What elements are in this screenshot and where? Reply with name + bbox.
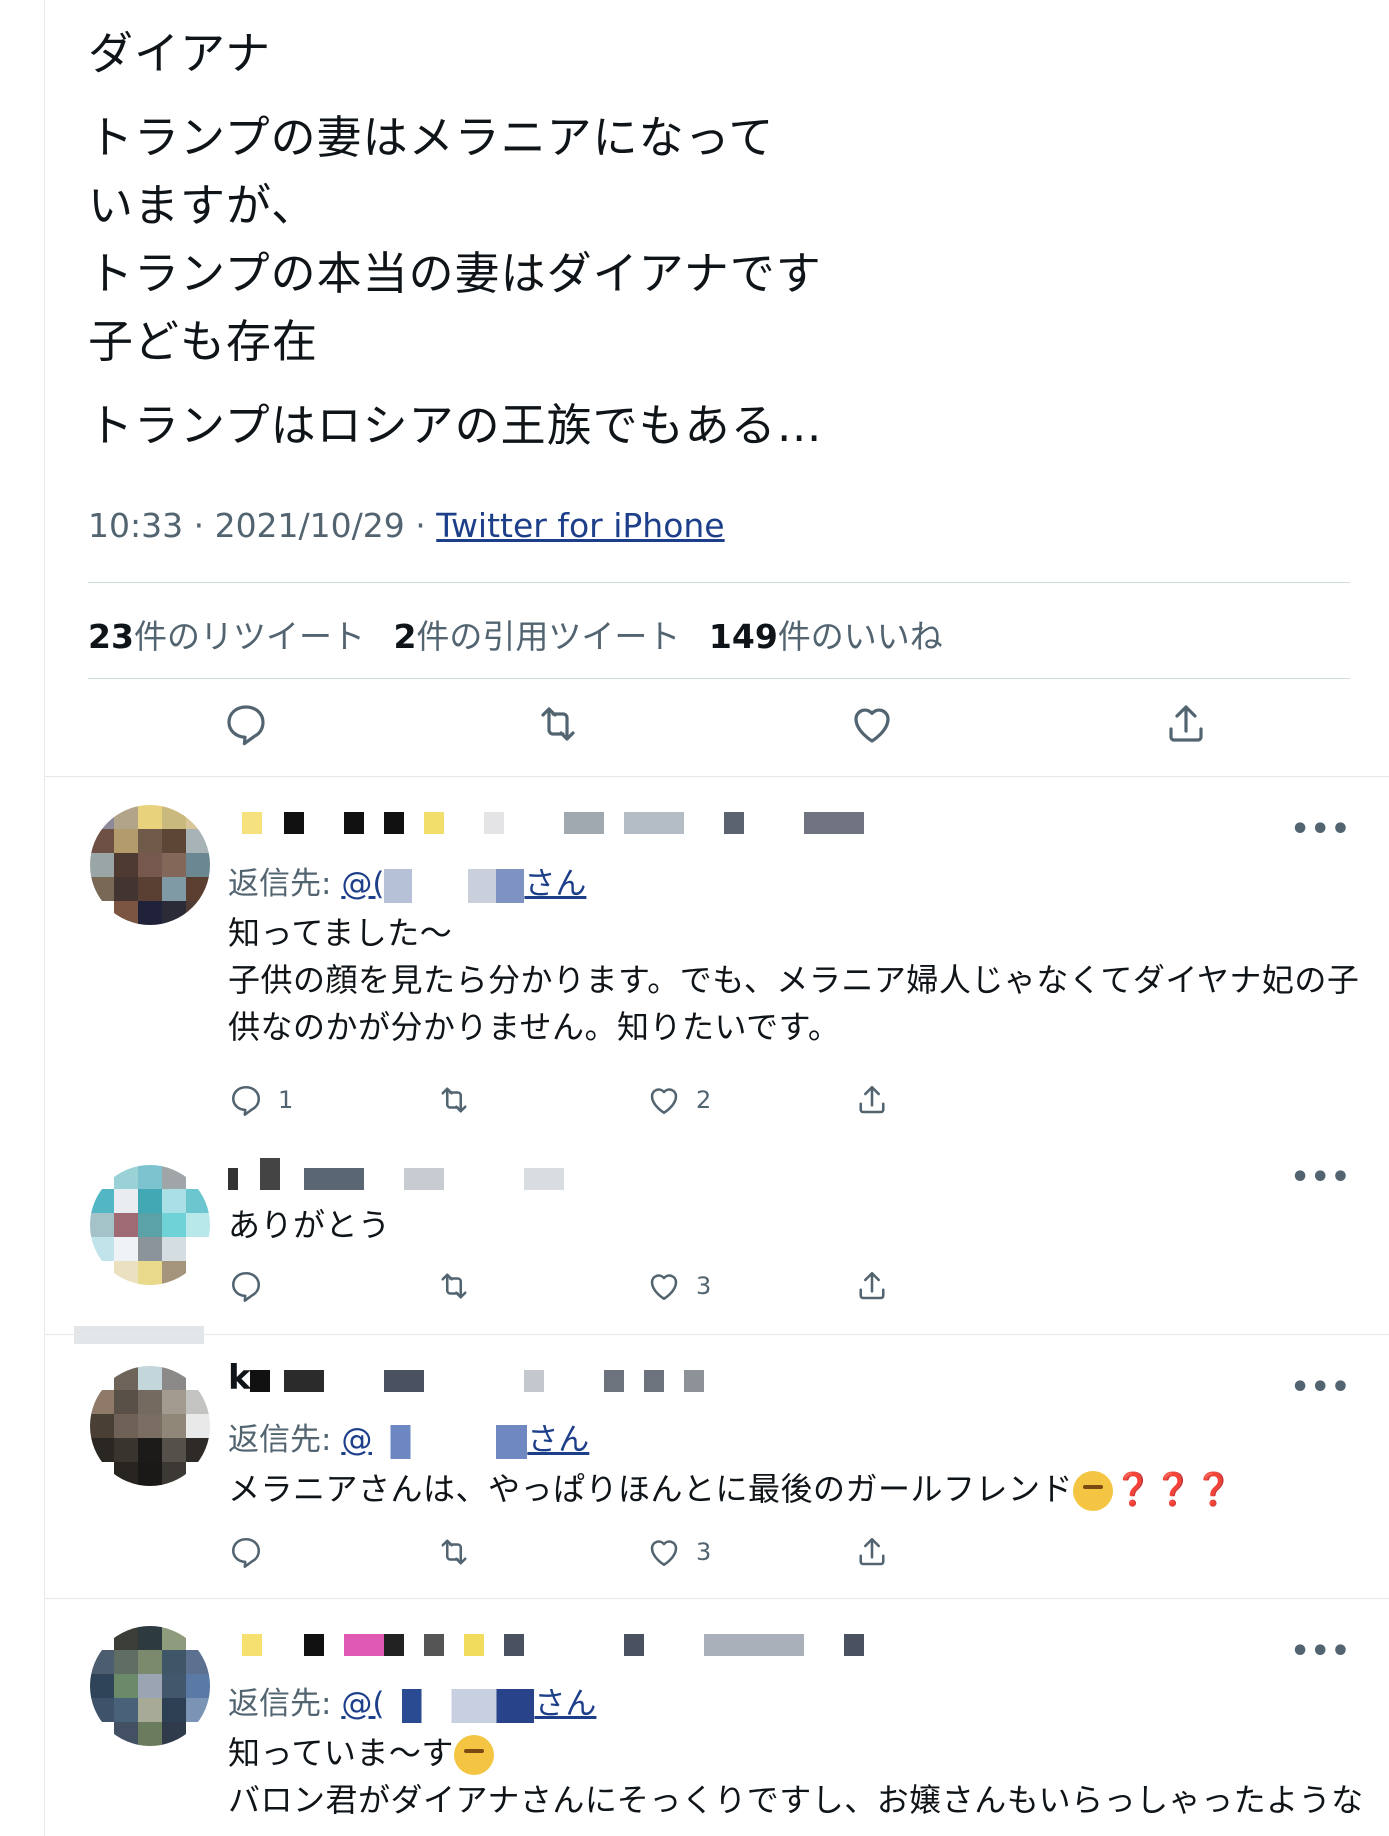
tweet-timestamp: 10:33 · 2021/10/29 · Twitter for iPhone xyxy=(88,506,725,545)
avatar[interactable] xyxy=(90,1366,210,1486)
retweet-icon[interactable] xyxy=(534,700,582,748)
reply-button[interactable] xyxy=(228,1268,278,1304)
tweet-source-link[interactable]: Twitter for iPhone xyxy=(436,506,724,545)
reply-tweet[interactable]: 返信先: @(さん 知っていま〜す バロン君がダイアナさんにそっくりですし、お嬢… xyxy=(0,1620,1389,1836)
retweet-icon xyxy=(441,1273,467,1299)
reply-text-line: 知ってました〜 xyxy=(228,914,453,952)
divider xyxy=(44,776,1389,777)
reply-icon[interactable] xyxy=(222,700,270,748)
share-button[interactable] xyxy=(854,1534,890,1570)
engagement-counts: 23件のリツイート 2件の引用ツイート 149件のいいね xyxy=(88,610,943,658)
retweet-button[interactable] xyxy=(436,1082,486,1118)
redacted-handle xyxy=(384,1688,535,1723)
share-icon[interactable] xyxy=(1162,700,1210,748)
reply-to-handle[interactable]: @ xyxy=(341,1422,372,1458)
like-button[interactable]: 3 xyxy=(646,1268,711,1304)
avatar[interactable] xyxy=(90,805,210,925)
reply-tweet[interactable]: 返信先: @(さん 知ってました〜 子供の顔を見たら分かります。でも、メラニア婦… xyxy=(0,800,1389,1130)
reply-icon xyxy=(231,1085,261,1116)
question-marks: ❓❓❓ xyxy=(1113,1470,1235,1508)
tweet-text-line: トランプの妻はメラニアになって xyxy=(88,111,775,164)
reply-icon xyxy=(231,1537,261,1568)
retweet-button[interactable] xyxy=(436,1268,486,1304)
reply-to-line: 返信先: @(さん xyxy=(228,1686,597,1723)
divider xyxy=(88,582,1350,583)
redacted-handle xyxy=(372,1424,528,1459)
heart-icon[interactable] xyxy=(848,700,896,748)
tweet-text-line: ダイアナ xyxy=(88,27,272,80)
reply-tweet[interactable]: k 返信先: @ さん メラニアさんは、やっぱりほんとに最後のガールフレンド ❓❓❓… xyxy=(0,1356,1389,1596)
more-icon[interactable]: ••• xyxy=(1290,1634,1351,1669)
reply-text-line: ありがとう xyxy=(228,1206,391,1244)
reply-to-line: 返信先: @(さん xyxy=(228,866,587,903)
tweet-text-line: いますが、 xyxy=(88,179,318,232)
avatar[interactable] xyxy=(90,1626,210,1746)
reply-to-handle[interactable]: @( xyxy=(341,866,384,902)
reply-text-line: バロン君がダイアナさんにそっくりですし、お嬢さんもいらっしゃったような xyxy=(228,1781,1364,1819)
share-button[interactable] xyxy=(854,1082,890,1118)
heart-icon xyxy=(650,1088,678,1115)
retweet-icon xyxy=(441,1539,467,1565)
reply-to-line: 返信先: @ さん xyxy=(228,1422,590,1459)
reply-text-line: 供なのかが分かりません。知りたいです。 xyxy=(228,1008,841,1046)
redacted-handle xyxy=(384,868,525,903)
reply-tweet[interactable]: ありがとう 3 ••• xyxy=(0,1150,1389,1320)
heart-icon xyxy=(650,1540,678,1567)
reply-text-line: メラニアさんは、やっぱりほんとに最後のガールフレンド ❓❓❓ xyxy=(228,1466,1234,1513)
reply-to-suffix[interactable]: さん xyxy=(524,866,586,902)
like-button[interactable]: 3 xyxy=(646,1534,711,1570)
reply-text-line: 子供の顔を見たら分かります。でも、メラニア婦人じゃなくてダイヤナ妃の子 xyxy=(228,961,1360,999)
reply-button[interactable]: 1 xyxy=(228,1082,293,1118)
redacted-bar xyxy=(74,1326,204,1344)
share-button[interactable] xyxy=(854,1268,890,1304)
likes-count[interactable]: 149件のいいね xyxy=(709,617,943,656)
thinking-face-icon xyxy=(1073,1471,1114,1511)
retweet-button[interactable] xyxy=(436,1534,486,1570)
reply-button[interactable] xyxy=(228,1534,278,1570)
more-icon[interactable]: ••• xyxy=(1290,812,1351,847)
tweet-text-line: トランプはロシアの王族でもある… xyxy=(88,399,823,452)
reply-to-suffix[interactable]: さん xyxy=(527,1422,589,1458)
divider xyxy=(88,678,1350,679)
quotes-count[interactable]: 2件の引用ツイート xyxy=(393,617,680,656)
tweet-text-line: トランプの本当の妻はダイアナです xyxy=(88,247,822,300)
shushing-face-icon xyxy=(453,1735,494,1775)
retweets-count[interactable]: 23件のリツイート xyxy=(88,617,365,656)
share-icon xyxy=(859,1085,885,1114)
retweet-icon xyxy=(441,1087,467,1113)
avatar[interactable] xyxy=(90,1165,210,1285)
more-icon[interactable]: ••• xyxy=(1290,1370,1351,1405)
reply-text-line: 知っていま〜す xyxy=(228,1730,494,1777)
heart-icon xyxy=(650,1274,678,1301)
share-icon xyxy=(859,1271,885,1300)
like-button[interactable]: 2 xyxy=(646,1082,711,1118)
share-icon xyxy=(859,1537,885,1566)
more-icon[interactable]: ••• xyxy=(1290,1160,1351,1195)
reply-to-suffix[interactable]: さん xyxy=(534,1686,596,1722)
tweet-time: 10:33 · 2021/10/29 · xyxy=(88,506,437,545)
divider xyxy=(44,1598,1389,1599)
divider xyxy=(44,1334,1389,1335)
tweet-text-line: 子ども存在 xyxy=(88,315,319,368)
reply-icon xyxy=(231,1271,261,1302)
reply-to-handle[interactable]: @( xyxy=(341,1686,384,1722)
